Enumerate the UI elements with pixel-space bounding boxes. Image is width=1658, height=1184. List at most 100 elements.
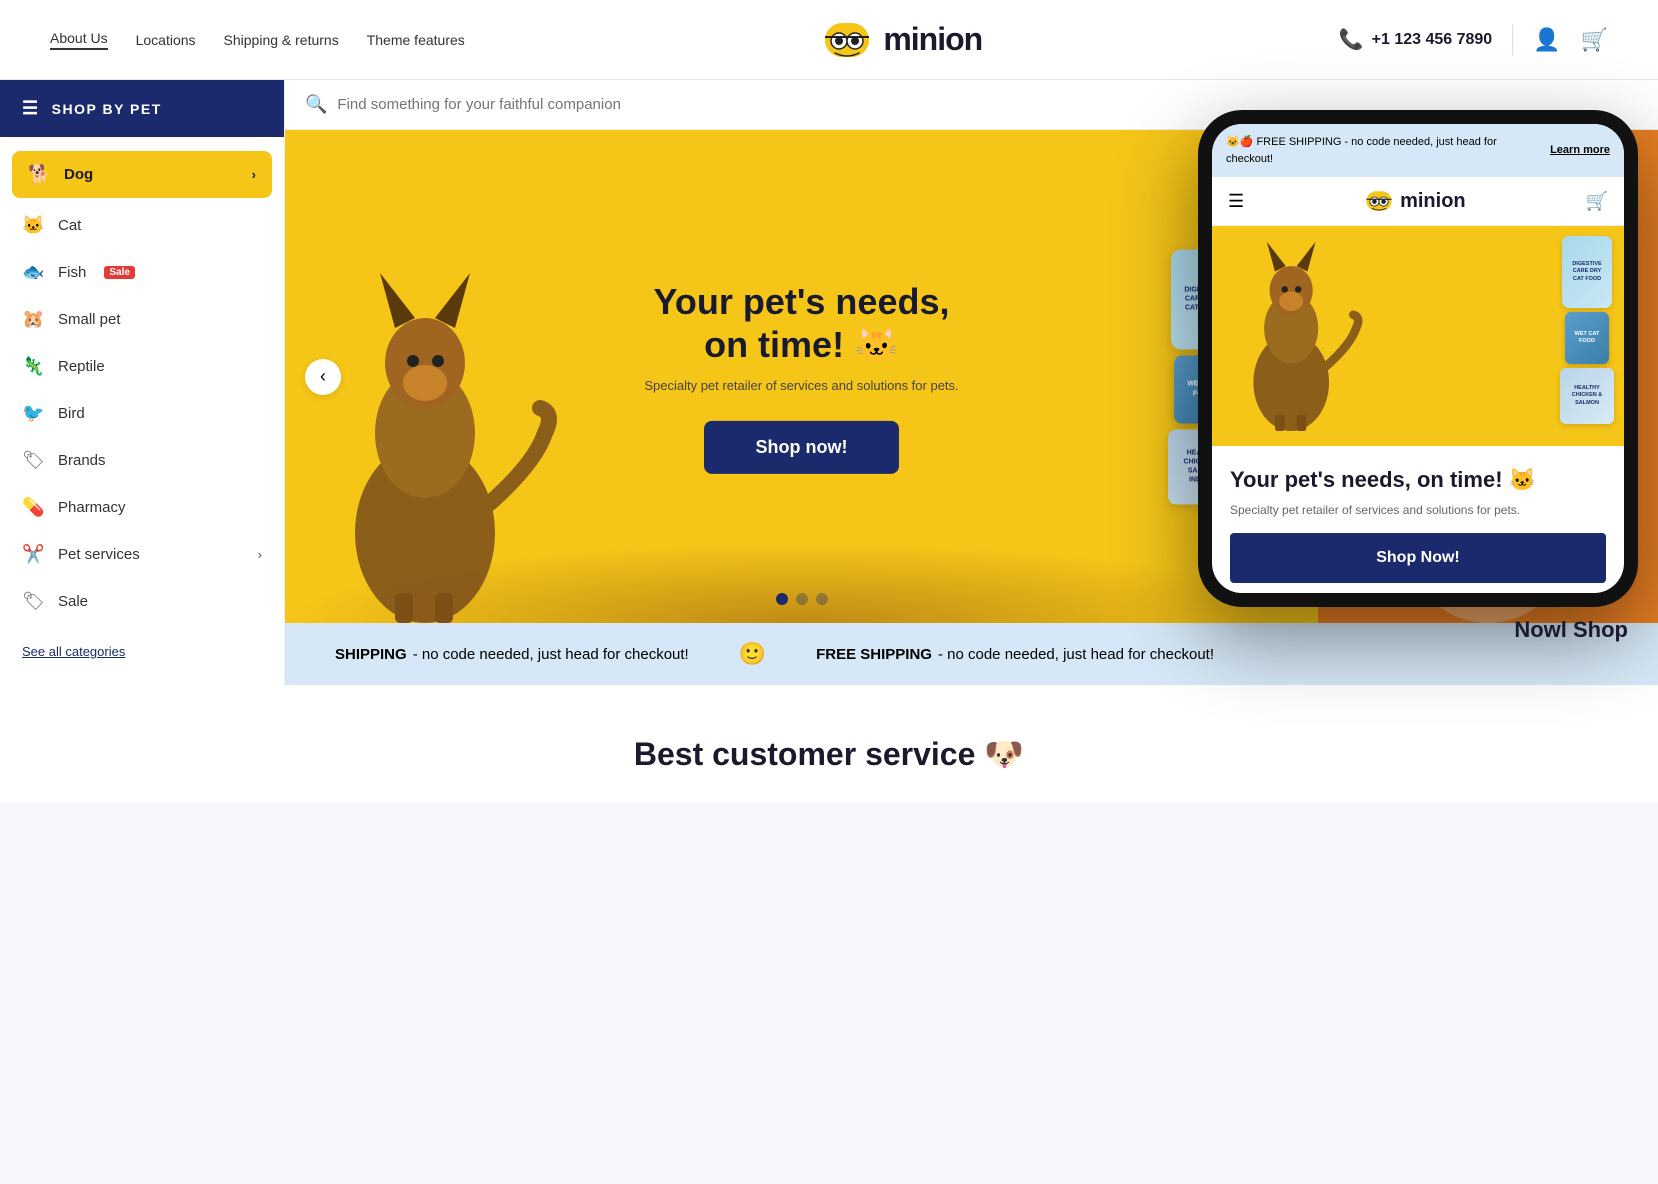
vertical-divider <box>1512 25 1513 55</box>
menu-icon: ☰ <box>22 98 40 119</box>
phone-banner: DIGESTIVE CARE DRY CAT FOOD WET CAT FOOD… <box>1212 226 1624 446</box>
nav-shipping-returns[interactable]: Shipping & returns <box>224 32 339 48</box>
phone-cart-icon[interactable]: 🛒 <box>1586 191 1608 212</box>
sidebar-item-pharmacy[interactable]: 💊 Pharmacy <box>0 484 284 531</box>
banner-title: Your pet's needs, on time! 🐱 <box>632 279 972 365</box>
phone-dog-svg <box>1222 231 1382 431</box>
phone-display: 📞 +1 123 456 7890 <box>1339 27 1492 52</box>
sidebar-item-label-small-pet: Small pet <box>58 311 121 328</box>
sidebar-item-label-reptile: Reptile <box>58 358 105 375</box>
phone-banner-title: Your pet's needs, on time! 🐱 <box>1230 466 1606 495</box>
smiley-icon: 🙂 <box>739 641 766 667</box>
sidebar-header: ☰ SHOP BY PET <box>0 80 284 137</box>
phone-logo-text: minion <box>1400 190 1466 213</box>
sidebar-item-small-pet[interactable]: 🐹 Small pet <box>0 296 284 343</box>
logo-icon <box>821 19 873 61</box>
banner-dots <box>776 593 828 605</box>
shipping-item-1: SHIPPING - no code needed, just head for… <box>335 646 689 663</box>
main-content: ☰ SHOP BY PET 🐕 Dog › 🐱 Cat 🐟 Fish Sale <box>0 80 1658 685</box>
search-icon: 🔍 <box>305 94 327 115</box>
header-right: 📞 +1 123 456 7890 👤 🛒 <box>1339 25 1608 55</box>
dog-chevron-icon: › <box>252 167 256 182</box>
sidebar-item-brands[interactable]: 🏷 Brands <box>0 437 284 484</box>
small-pet-icon: 🐹 <box>22 309 44 330</box>
phone-product-bags: DIGESTIVE CARE DRY CAT FOOD WET CAT FOOD… <box>1560 236 1614 424</box>
phone-frame: 🐱🍎 FREE SHIPPING - no code needed, just … <box>1198 110 1638 607</box>
shipping-text-1: - no code needed, just head for checkout… <box>413 646 689 663</box>
sidebar-item-fish[interactable]: 🐟 Fish Sale <box>0 249 284 296</box>
logo-text: minion <box>883 21 982 58</box>
sale-icon: 🏷 <box>22 591 44 612</box>
sidebar-item-label-dog: Dog <box>64 166 93 183</box>
shipping-bold-2: FREE SHIPPING <box>816 646 932 663</box>
sidebar-item-label-pet-services: Pet services <box>58 546 140 563</box>
dot-1[interactable] <box>776 593 788 605</box>
phone-dog-visual <box>1222 231 1382 436</box>
phone-content-below: Your pet's needs, on time! 🐱 Specialty p… <box>1212 446 1624 593</box>
phone-icon: 📞 <box>1339 27 1364 52</box>
phone-banner-subtitle: Specialty pet retailer of services and s… <box>1230 503 1606 517</box>
kibble-pile <box>285 543 1318 623</box>
dot-2[interactable] <box>796 593 808 605</box>
sidebar-item-reptile[interactable]: 🦎 Reptile <box>0 343 284 390</box>
sidebar-items-list: 🐕 Dog › 🐱 Cat 🐟 Fish Sale 🐹 Small pet <box>0 137 284 635</box>
sidebar-title: SHOP BY PET <box>52 101 162 117</box>
sidebar-item-dog[interactable]: 🐕 Dog › <box>12 151 272 198</box>
bottom-section: Best customer service 🐶 <box>0 685 1658 803</box>
banner-text-overlay: Your pet's needs, on time! 🐱 Specialty p… <box>632 279 972 473</box>
fish-icon: 🐟 <box>22 262 44 283</box>
sidebar-item-label-fish: Fish <box>58 264 86 281</box>
phone-mockup-wrapper: 🐱🍎 FREE SHIPPING - no code needed, just … <box>1198 110 1638 643</box>
sidebar-item-label-sale: Sale <box>58 593 88 610</box>
logo[interactable]: minion <box>821 19 982 61</box>
phone-shipping-text: 🐱🍎 FREE SHIPPING - no code needed, just … <box>1226 134 1544 167</box>
user-icon[interactable]: 👤 <box>1533 27 1560 53</box>
see-all-categories[interactable]: See all categories <box>0 635 284 685</box>
phone-screen: 🐱🍎 FREE SHIPPING - no code needed, just … <box>1212 124 1624 593</box>
banner-subtitle: Specialty pet retailer of services and s… <box>632 378 972 393</box>
nav-theme-features[interactable]: Theme features <box>367 32 465 48</box>
shipping-item-2: FREE SHIPPING - no code needed, just hea… <box>816 646 1214 663</box>
shop-now-button[interactable]: Shop now! <box>704 421 900 474</box>
sidebar-item-bird[interactable]: 🐦 Bird <box>0 390 284 437</box>
shipping-bold-1: SHIPPING <box>335 646 407 663</box>
phone-logo[interactable]: minion <box>1364 189 1466 213</box>
banner-prev-button[interactable]: ‹ <box>305 359 341 395</box>
sidebar-item-pet-services[interactable]: ✂️ Pet services › <box>0 531 284 578</box>
sidebar-item-label-bird: Bird <box>58 405 85 422</box>
dog-icon: 🐕 <box>28 164 50 185</box>
phone-number: +1 123 456 7890 <box>1372 31 1493 49</box>
cat-icon: 🐱 <box>22 215 44 236</box>
phone-logo-icon <box>1364 189 1394 213</box>
sale-badge: Sale <box>104 266 135 279</box>
shipping-text-2: - no code needed, just head for checkout… <box>938 646 1214 663</box>
header-nav: About Us Locations Shipping & returns Th… <box>50 30 465 50</box>
right-content: 🔍 <box>285 80 1658 685</box>
see-all-link[interactable]: See all categories <box>22 644 125 659</box>
main-banner: DIGESTIVE CARE DRY CAT FOOD WET CAT FOOD… <box>285 130 1318 623</box>
sidebar-item-label-brands: Brands <box>58 452 106 469</box>
header: About Us Locations Shipping & returns Th… <box>0 0 1658 80</box>
dot-3[interactable] <box>816 593 828 605</box>
bird-icon: 🐦 <box>22 403 44 424</box>
sidebar: ☰ SHOP BY PET 🐕 Dog › 🐱 Cat 🐟 Fish Sale <box>0 80 285 685</box>
phone-menu-icon[interactable]: ☰ <box>1228 191 1244 212</box>
cart-icon[interactable]: 🛒 <box>1581 27 1608 53</box>
phone-navbar: ☰ minion <box>1212 177 1624 226</box>
phone-shipping-notice: 🐱🍎 FREE SHIPPING - no code needed, just … <box>1212 124 1624 177</box>
sidebar-item-label-pharmacy: Pharmacy <box>58 499 126 516</box>
brands-icon: 🏷 <box>22 450 44 471</box>
sidebar-item-sale[interactable]: 🏷 Sale <box>0 578 284 625</box>
now-shop-label: Nowl Shop <box>1198 617 1638 643</box>
best-customer-service: Best customer service 🐶 <box>200 735 1458 773</box>
pet-services-chevron-icon: › <box>258 547 262 562</box>
phone-learn-more[interactable]: Learn more <box>1550 142 1610 159</box>
nav-about-us[interactable]: About Us <box>50 30 108 50</box>
sidebar-item-cat[interactable]: 🐱 Cat <box>0 202 284 249</box>
phone-shop-now-button[interactable]: Shop Now! <box>1230 533 1606 583</box>
pet-services-icon: ✂️ <box>22 544 44 565</box>
sidebar-item-label-cat: Cat <box>58 217 81 234</box>
nav-locations[interactable]: Locations <box>136 32 196 48</box>
reptile-icon: 🦎 <box>22 356 44 377</box>
pharmacy-icon: 💊 <box>22 497 44 518</box>
